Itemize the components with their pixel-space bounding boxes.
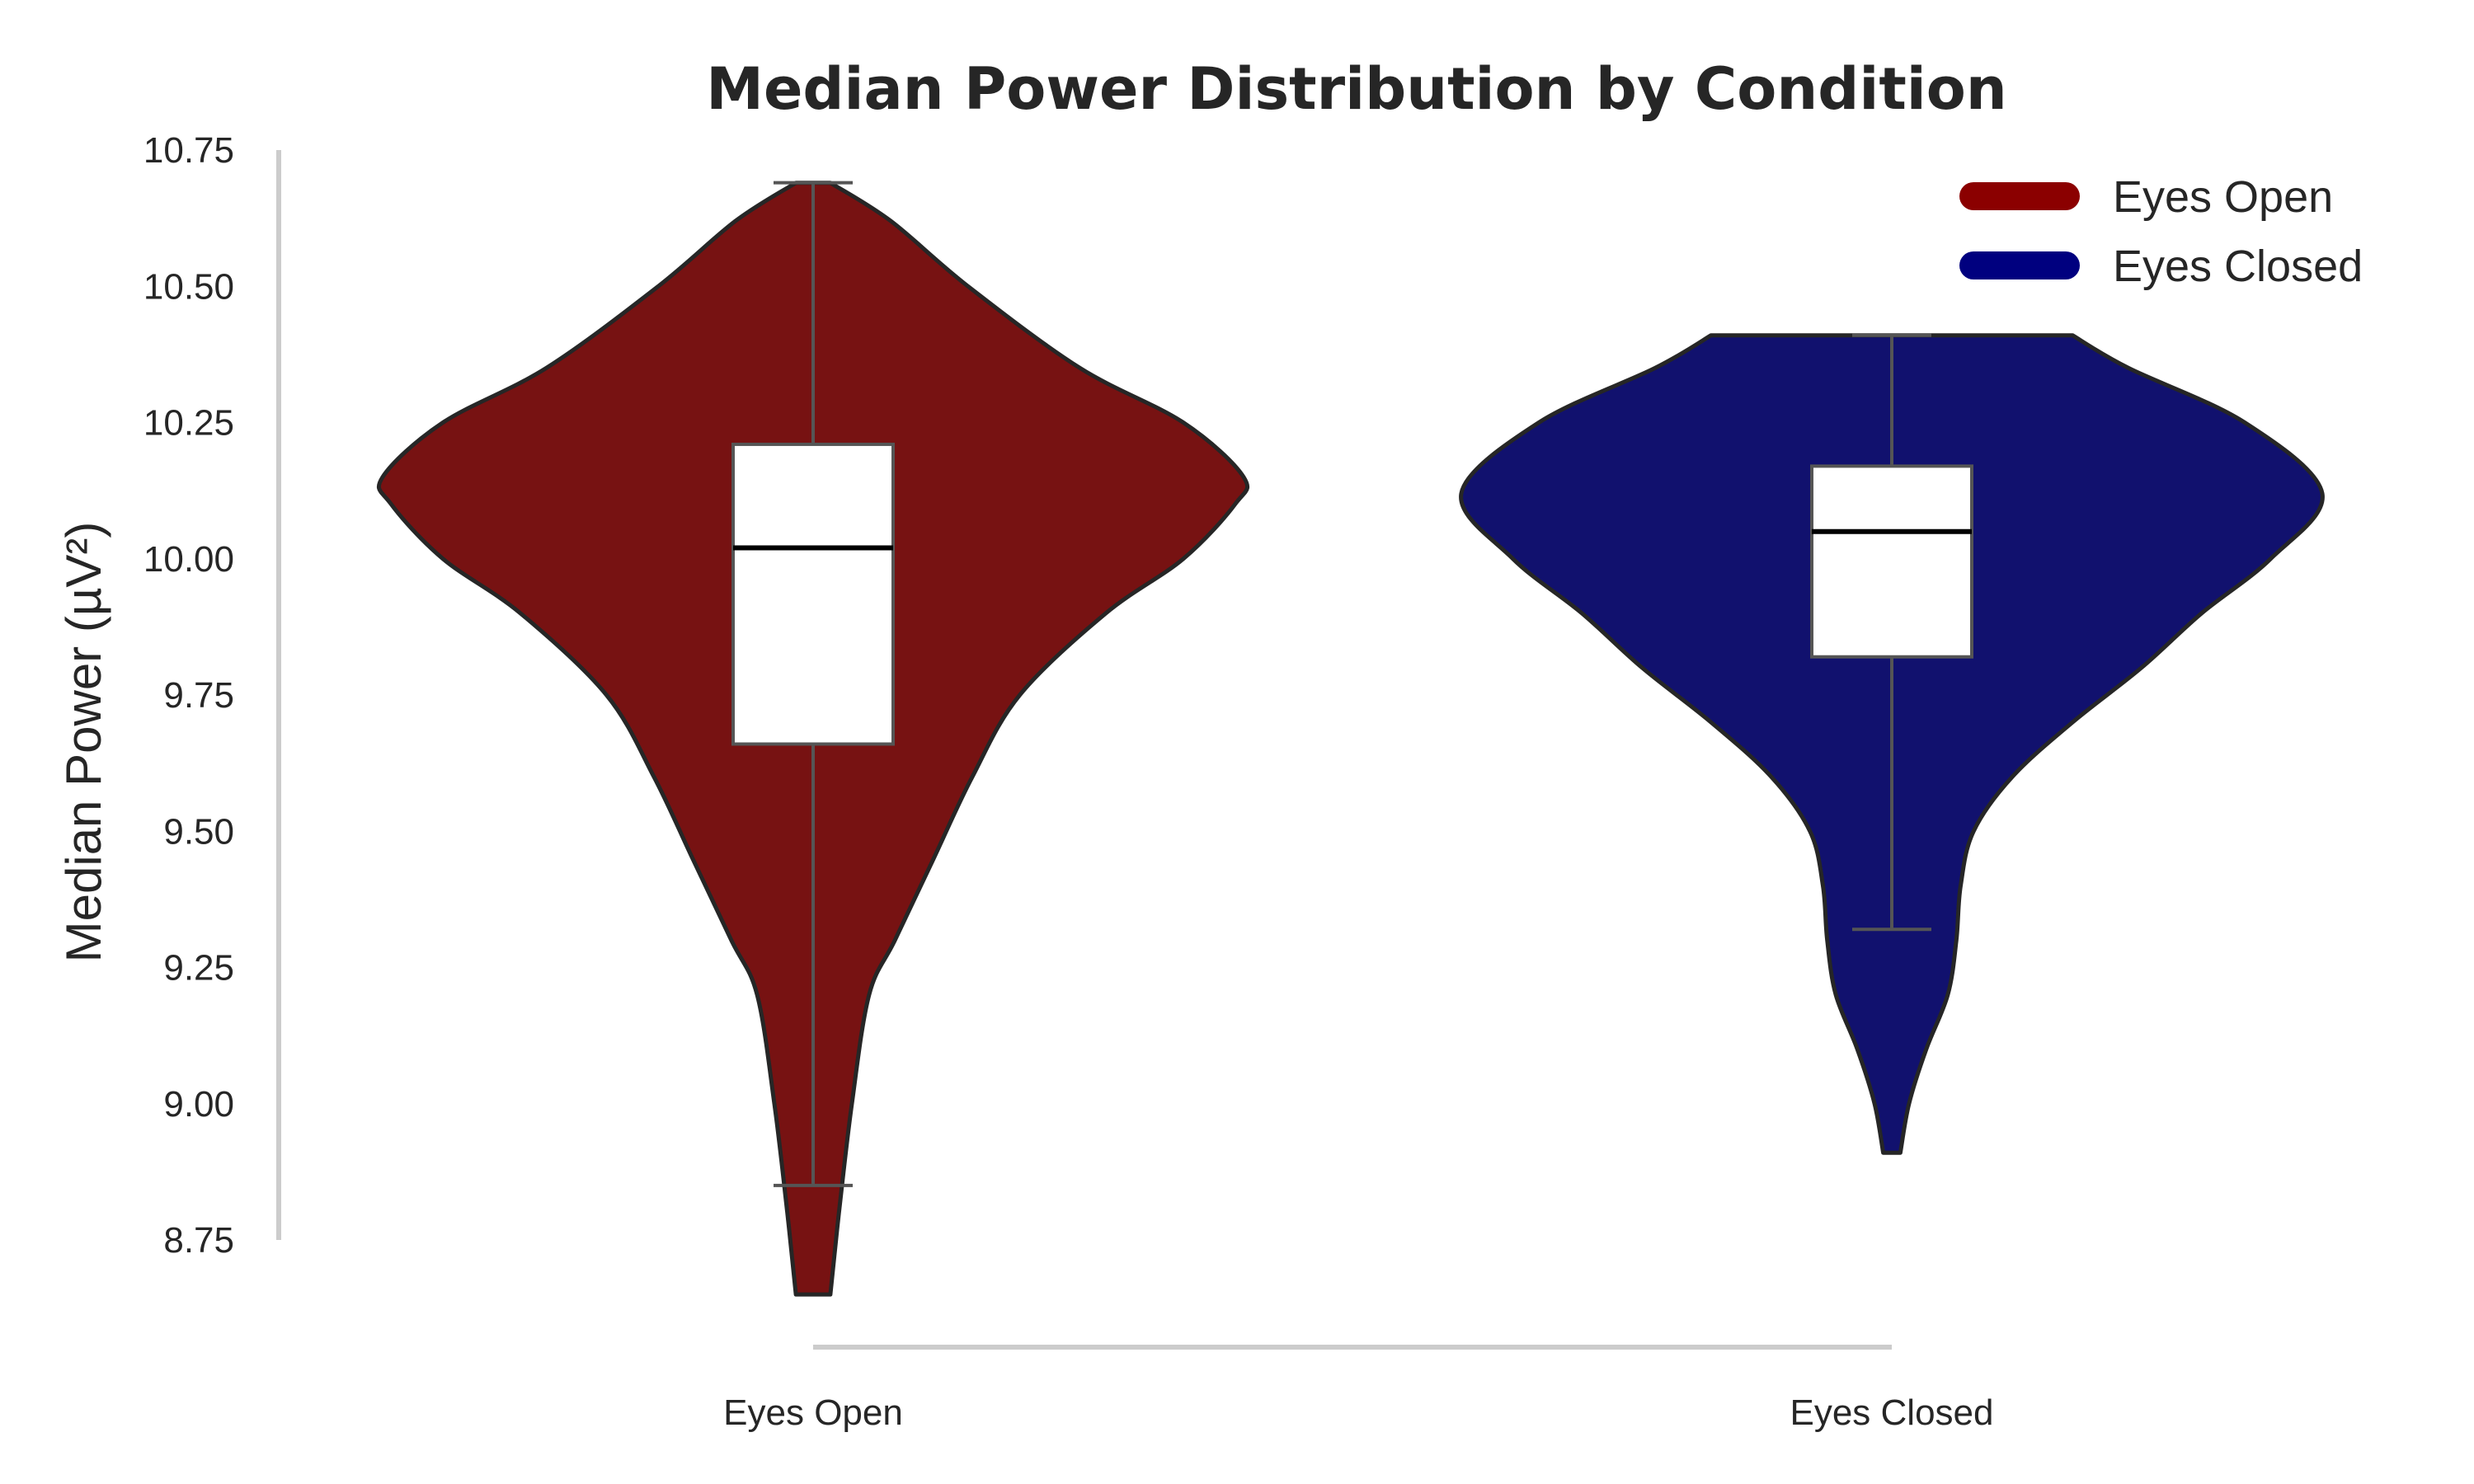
iqr-box xyxy=(1810,464,1973,659)
violin-eyes-open xyxy=(377,181,1249,1297)
violins xyxy=(377,181,2325,1297)
violin-chart: Median Power Distribution by Condition M… xyxy=(56,55,2363,1433)
x-tick-labels: Eyes Open Eyes Closed xyxy=(723,1392,1993,1433)
y-tick-label: 10.50 xyxy=(143,266,234,307)
y-tick-labels: 8.75 9.00 9.25 9.50 9.75 10.00 10.25 10.50 10.75 xyxy=(143,130,234,1261)
y-tick-label: 10.25 xyxy=(143,403,234,444)
y-tick-label: 9.25 xyxy=(163,948,234,989)
y-axis-label: Median Power (µV²) xyxy=(56,522,111,963)
legend: Eyes Open Eyes Closed xyxy=(1959,172,2363,291)
y-tick-label: 9.75 xyxy=(163,675,234,716)
iqr-box xyxy=(731,442,895,746)
y-tick-label: 8.75 xyxy=(163,1220,234,1261)
y-tick-label: 9.50 xyxy=(163,811,234,852)
y-tick-label: 9.00 xyxy=(163,1084,234,1125)
violin-eyes-closed xyxy=(1459,333,2325,1155)
chart-title: Median Power Distribution by Condition xyxy=(706,55,2006,123)
legend-label: Eyes Closed xyxy=(2113,242,2363,291)
x-tick-label: Eyes Open xyxy=(723,1392,903,1433)
x-tick-label: Eyes Closed xyxy=(1790,1392,1993,1433)
y-tick-label: 10.00 xyxy=(143,539,234,580)
legend-label: Eyes Open xyxy=(2113,172,2333,222)
y-tick-label: 10.75 xyxy=(143,130,234,171)
